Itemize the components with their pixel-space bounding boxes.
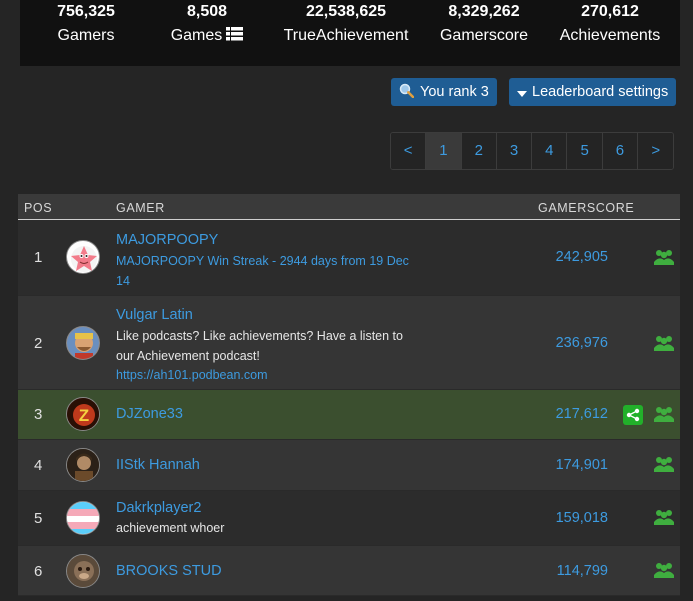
stat-label: Gamerscore — [439, 27, 529, 44]
gamer-avatar[interactable] — [66, 501, 100, 535]
gamer-name-link[interactable]: DJZone33 — [116, 406, 183, 422]
gamer-avatar[interactable] — [66, 240, 100, 274]
leaderboard-settings-label: Leaderboard settings — [532, 84, 669, 100]
caret-down-icon — [517, 80, 527, 108]
pagination-page-3[interactable]: 3 — [496, 133, 533, 169]
header-gamer[interactable]: GAMER — [116, 201, 165, 215]
leaderboard-settings-button[interactable]: Leaderboard settings — [509, 78, 677, 108]
stat-value: 8,329,262 — [448, 3, 520, 20]
gamer-motto: Like podcasts? Like achievements? Have a… — [116, 327, 416, 386]
row-position: 1 — [34, 249, 43, 266]
row-position: 6 — [34, 563, 43, 580]
gamer-name-link[interactable]: Vulgar Latin — [116, 307, 193, 323]
group-icon[interactable] — [654, 562, 674, 583]
pagination-next[interactable]: > — [638, 133, 674, 169]
gamer-motto[interactable]: MAJORPOOPY Win Streak - 2944 days from 1… — [116, 252, 416, 291]
gamer-score[interactable]: 159,018 — [556, 510, 608, 526]
pagination: < 1 2 3 4 5 6 > — [390, 132, 675, 170]
you-rank-button[interactable]: You rank 3 — [391, 78, 497, 106]
leaderboard-table: POS GAMER GAMERSCORE 1 MAJORPOOPY MAJORP… — [18, 194, 680, 596]
stat-label: Gamers — [57, 27, 115, 44]
stat-value: 22,538,625 — [305, 3, 387, 20]
group-icon[interactable] — [654, 509, 674, 530]
header-pos[interactable]: POS — [24, 201, 52, 215]
gamer-name-link[interactable]: MAJORPOOPY — [116, 232, 218, 248]
gamer-avatar[interactable]: Z — [66, 397, 100, 431]
motto-line: achievement whoer — [116, 521, 225, 535]
stat-label: Games — [170, 27, 223, 44]
gamer-motto: achievement whoer — [116, 519, 416, 539]
svg-text:Z: Z — [79, 406, 89, 425]
list-icon — [226, 26, 244, 48]
gamer-score[interactable]: 242,905 — [556, 249, 608, 265]
share-icon[interactable] — [623, 405, 643, 425]
gamer-name-link[interactable]: Dakrkplayer2 — [116, 500, 201, 516]
gamer-avatar[interactable] — [66, 326, 100, 360]
gamer-avatar[interactable] — [66, 554, 100, 588]
pagination-page-5[interactable]: 5 — [567, 133, 603, 169]
table-row: 4 IIStk Hannah 174,901 — [18, 440, 680, 491]
table-row: 1 MAJORPOOPY MAJORPOOPY Win Streak - 294… — [18, 220, 680, 296]
header-gamerscore[interactable]: GAMERSCORE — [538, 201, 634, 215]
stat-value: 270,612 — [581, 3, 639, 20]
stat-label: Achievements — [559, 27, 661, 44]
pagination-page-4[interactable]: 4 — [532, 133, 568, 169]
row-position: 2 — [34, 335, 43, 352]
stat-value: 756,325 — [57, 3, 115, 20]
stat-label: TrueAchievement — [283, 27, 409, 44]
gamer-name-link[interactable]: BROOKS STUD — [116, 563, 222, 579]
gamer-score[interactable]: 217,612 — [556, 406, 608, 422]
group-icon[interactable] — [654, 406, 674, 427]
motto-line: Like podcasts? Like achievements? Have a… — [116, 329, 403, 343]
gamer-score[interactable]: 174,901 — [556, 457, 608, 473]
pagination-page-2[interactable]: 2 — [461, 133, 497, 169]
table-row: 2 Vulgar Latin Like podcasts? Like achie… — [18, 296, 680, 390]
gamer-score[interactable]: 236,976 — [556, 335, 608, 351]
stat-trueachievement[interactable]: 22,538,625 TrueAchievement — [279, 0, 413, 47]
motto-line: MAJORPOOPY Win Streak - 2944 days from 1… — [116, 254, 409, 268]
table-row: 5 Dakrkplayer2 achievement whoer 159,018 — [18, 491, 680, 546]
pagination-page-1[interactable]: 1 — [426, 133, 462, 169]
group-icon[interactable] — [654, 456, 674, 477]
gamer-avatar[interactable] — [66, 448, 100, 482]
row-position: 5 — [34, 510, 43, 527]
site-stats-bar: 756,325 Gamers 8,508 Games 22,538,625 Tr… — [20, 0, 680, 66]
table-row-current-user: 3 Z DJZone33 217,612 — [18, 390, 680, 440]
row-position: 4 — [34, 457, 43, 474]
row-position: 3 — [34, 406, 43, 423]
motto-line: our Achievement podcast! — [116, 348, 260, 363]
table-header: POS GAMER GAMERSCORE — [18, 194, 680, 220]
stat-gamerscore[interactable]: 8,329,262 Gamerscore — [436, 0, 532, 47]
stat-gamers[interactable]: 756,325 Gamers — [56, 0, 116, 47]
stat-achievements[interactable]: 270,612 Achievements — [555, 0, 665, 47]
motto-link[interactable]: https://ah101.podbean.com — [116, 366, 416, 386]
search-icon — [399, 80, 415, 108]
stat-value: 8,508 — [186, 3, 228, 20]
pagination-prev[interactable]: < — [391, 133, 427, 169]
gamer-name-link[interactable]: IIStk Hannah — [116, 457, 200, 473]
pagination-page-6[interactable]: 6 — [602, 133, 639, 169]
group-icon[interactable] — [654, 249, 674, 270]
table-row: 6 BROOKS STUD 114,799 — [18, 546, 680, 596]
gamer-score[interactable]: 114,799 — [557, 563, 608, 579]
you-rank-label: You rank 3 — [420, 84, 489, 100]
group-icon[interactable] — [654, 335, 674, 356]
motto-line: 14 — [116, 273, 130, 288]
stat-games[interactable]: 8,508 Games — [166, 0, 248, 48]
